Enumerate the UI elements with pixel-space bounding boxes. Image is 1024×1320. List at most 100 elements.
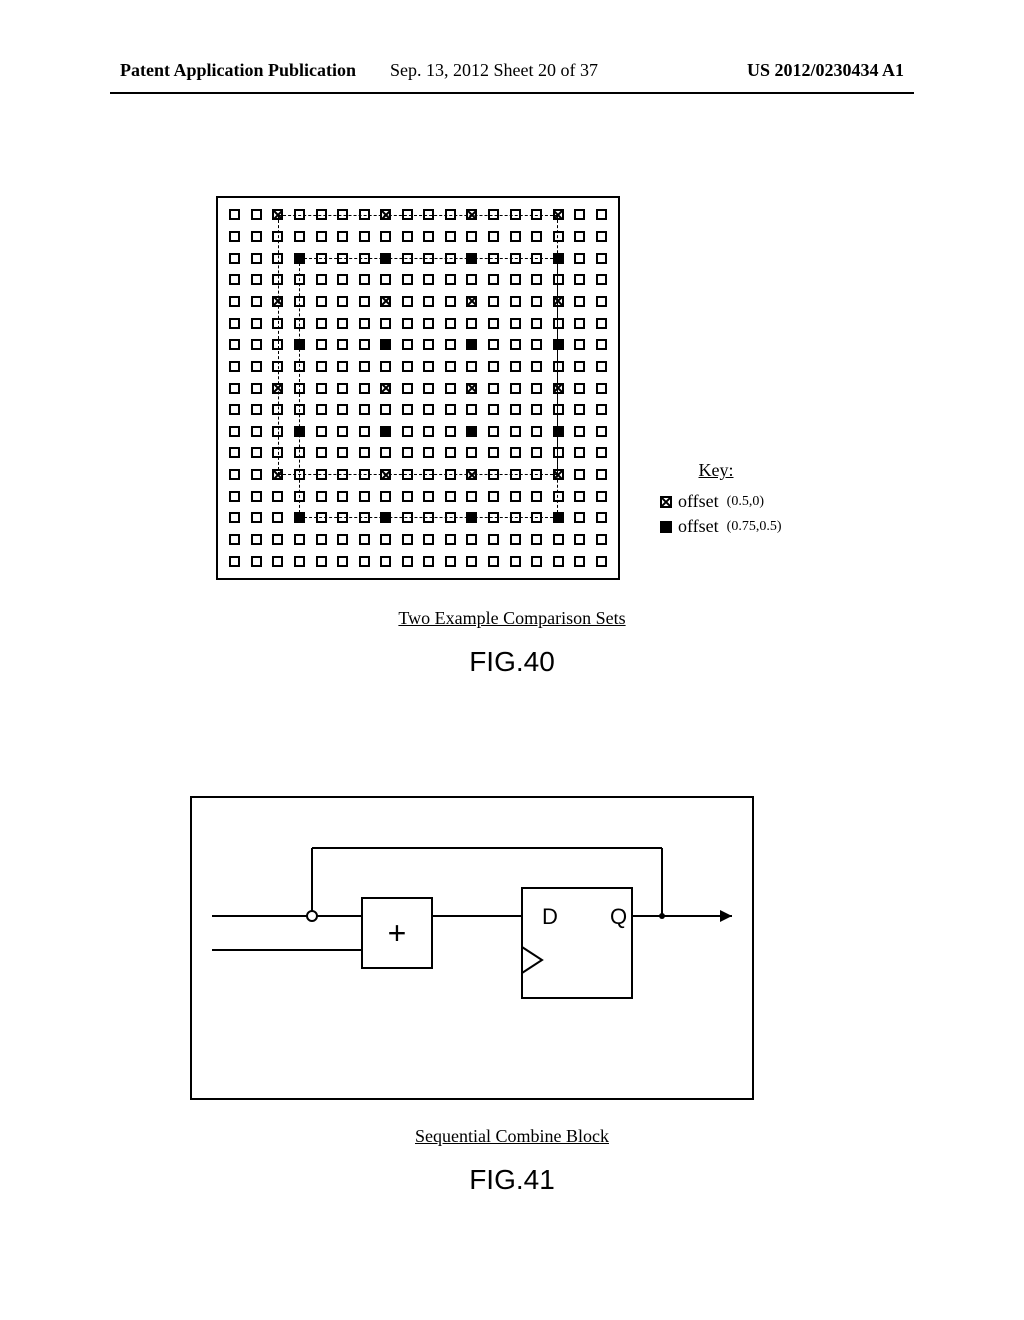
grid-cell xyxy=(294,556,305,567)
grid-cell xyxy=(229,447,240,458)
grid-cell xyxy=(316,556,327,567)
grid-cell xyxy=(229,426,240,437)
grid-cell xyxy=(229,383,240,394)
key-sub: (0.5,0) xyxy=(727,494,764,510)
grid-cell xyxy=(596,426,607,437)
grid-cell xyxy=(229,491,240,502)
grid-cell xyxy=(574,253,585,264)
grid-cell xyxy=(251,231,262,242)
grid-cell xyxy=(574,361,585,372)
grid-cell xyxy=(229,253,240,264)
grid-cell xyxy=(316,534,327,545)
grid-cell xyxy=(229,339,240,350)
fig40-caption: Two Example Comparison Sets xyxy=(0,608,1024,629)
grid-cell xyxy=(488,534,499,545)
key-symbol-xmark-icon xyxy=(660,496,672,508)
grid-cell xyxy=(574,383,585,394)
grid-cell xyxy=(531,556,542,567)
grid-cell xyxy=(251,318,262,329)
grid-cell xyxy=(337,556,348,567)
grid-cell xyxy=(596,491,607,502)
grid-cell xyxy=(553,556,564,567)
grid-cell xyxy=(251,404,262,415)
grid-cell xyxy=(574,209,585,220)
fig41-label: FIG.41 xyxy=(0,1164,1024,1196)
grid-cell xyxy=(574,556,585,567)
grid-cell xyxy=(574,447,585,458)
fig40-grid xyxy=(224,204,612,572)
output-tap-icon xyxy=(659,913,665,919)
grid-cell xyxy=(596,361,607,372)
header-left: Patent Application Publication xyxy=(120,60,356,81)
header-center: Sep. 13, 2012 Sheet 20 of 37 xyxy=(390,60,598,81)
key-label: offset xyxy=(678,516,719,537)
grid-cell xyxy=(229,318,240,329)
grid-cell xyxy=(229,231,240,242)
fig41-caption: Sequential Combine Block xyxy=(0,1126,1024,1147)
grid-cell xyxy=(229,296,240,307)
grid-cell xyxy=(510,534,521,545)
grid-cell xyxy=(294,534,305,545)
grid-cell xyxy=(337,534,348,545)
grid-cell xyxy=(531,534,542,545)
grid-cell xyxy=(596,339,607,350)
grid-cell xyxy=(251,296,262,307)
grid-cell xyxy=(596,383,607,394)
grid-cell xyxy=(380,556,391,567)
grid-cell xyxy=(251,339,262,350)
grid-cell xyxy=(596,274,607,285)
grid-cell xyxy=(229,209,240,220)
grid-cell xyxy=(402,556,413,567)
grid-cell xyxy=(574,274,585,285)
grid-cell xyxy=(445,534,456,545)
grid-cell xyxy=(251,274,262,285)
grid-cell xyxy=(272,556,283,567)
grid-cell xyxy=(229,534,240,545)
grid-cell xyxy=(251,556,262,567)
grid-cell xyxy=(596,447,607,458)
grid-cell xyxy=(596,318,607,329)
grid-cell xyxy=(596,534,607,545)
grid-cell xyxy=(229,512,240,523)
grid-cell xyxy=(445,556,456,567)
grid-cell xyxy=(466,556,477,567)
grid-cell xyxy=(272,512,283,523)
grid-cell xyxy=(229,469,240,480)
flipflop-q-label: Q xyxy=(610,904,627,929)
grid-cell xyxy=(488,556,499,567)
grid-cell xyxy=(229,404,240,415)
grid-cell xyxy=(596,556,607,567)
grid-cell xyxy=(251,447,262,458)
grid-cell xyxy=(596,512,607,523)
grid-cell xyxy=(251,209,262,220)
fig41-diagram-box: + D Q xyxy=(190,796,754,1100)
grid-cell xyxy=(574,469,585,480)
fig40-label: FIG.40 xyxy=(0,646,1024,678)
grid-cell xyxy=(574,534,585,545)
adder-symbol: + xyxy=(388,915,407,951)
grid-cell xyxy=(229,361,240,372)
flipflop-d-label: D xyxy=(542,904,558,929)
key-label: offset xyxy=(678,491,719,512)
grid-cell xyxy=(251,469,262,480)
feedback-junction-icon xyxy=(307,911,317,921)
grid-cell xyxy=(251,253,262,264)
header-rule xyxy=(110,92,914,94)
grid-cell xyxy=(380,534,391,545)
grid-cell xyxy=(402,534,413,545)
key-symbol-filled-icon xyxy=(660,521,672,533)
grid-cell xyxy=(574,296,585,307)
grid-cell xyxy=(359,556,370,567)
grid-cell xyxy=(423,534,434,545)
grid-cell xyxy=(596,404,607,415)
grid-cell xyxy=(596,209,607,220)
fig40-grid-box xyxy=(216,196,620,580)
fig41-svg: + D Q xyxy=(192,798,752,1098)
grid-cell xyxy=(272,491,283,502)
grid-cell xyxy=(553,534,564,545)
grid-cell xyxy=(251,361,262,372)
grid-cell xyxy=(251,491,262,502)
grid-cell xyxy=(574,231,585,242)
grid-cell xyxy=(574,426,585,437)
grid-cell xyxy=(596,231,607,242)
